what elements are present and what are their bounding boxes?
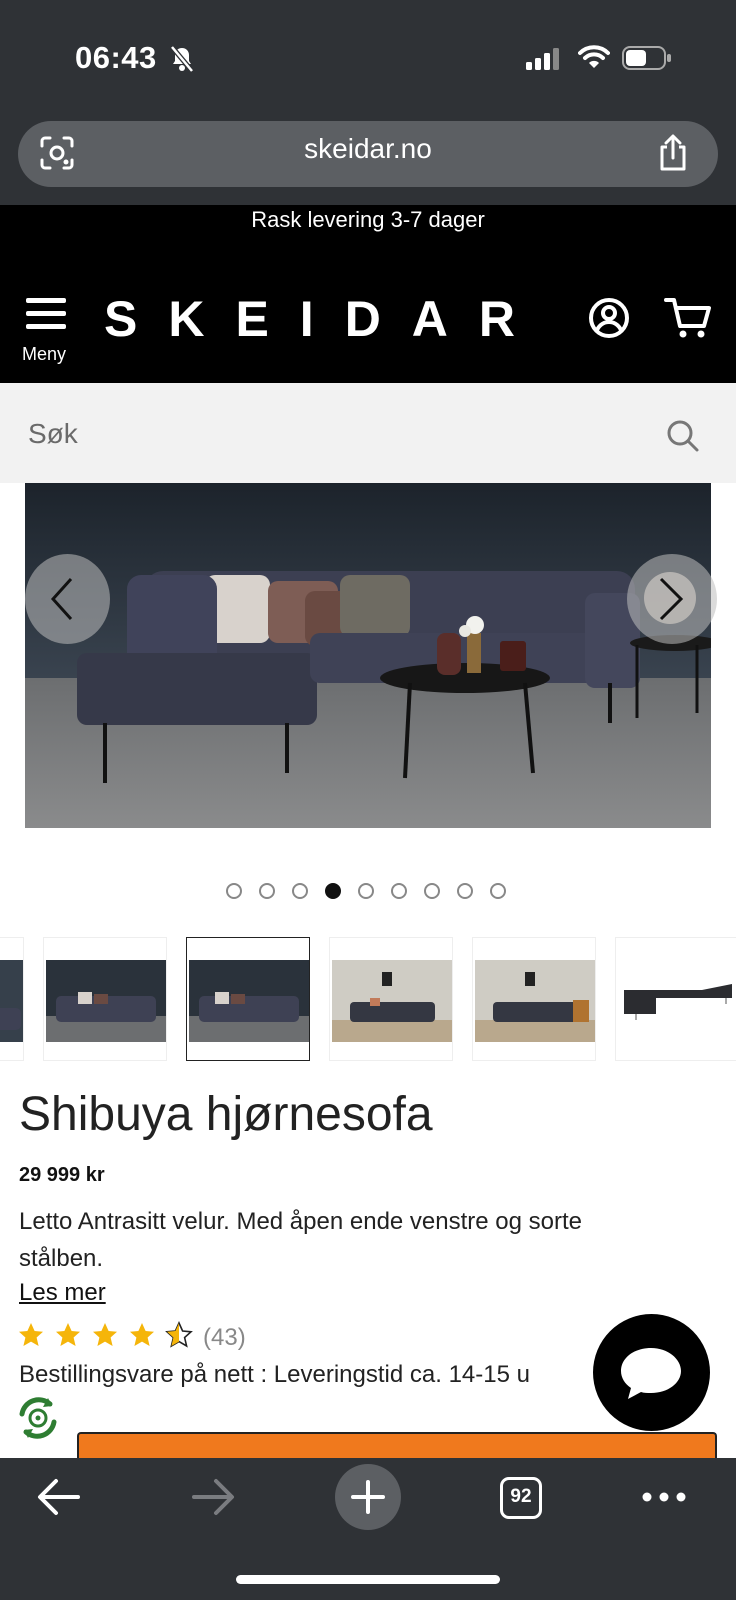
url-text: skeidar.no [304, 133, 432, 164]
star-icon [93, 1323, 117, 1346]
product-price: 29 999 kr [19, 1164, 105, 1186]
new-tab-button[interactable] [335, 1464, 401, 1530]
search-input[interactable] [28, 409, 628, 459]
back-arrow-icon[interactable] [36, 1477, 82, 1522]
delivery-info: Bestillingsvare på nett : Leveringstid c… [19, 1361, 530, 1388]
recycle-icon[interactable] [12, 1392, 64, 1449]
previous-image-button[interactable] [25, 554, 110, 644]
thumbnail[interactable] [329, 937, 453, 1061]
more-options-icon[interactable] [641, 1490, 687, 1509]
account-icon[interactable] [588, 297, 630, 344]
star-icon [130, 1323, 154, 1346]
wifi-icon [578, 44, 610, 75]
status-time: 06:43 [75, 40, 157, 75]
mute-bell-icon [170, 45, 194, 77]
pagination-dot[interactable] [391, 883, 407, 899]
plus-icon [351, 1480, 385, 1514]
star-icon [19, 1323, 43, 1346]
cart-icon[interactable] [664, 296, 712, 345]
share-icon[interactable] [655, 134, 691, 177]
pagination-dot[interactable] [457, 883, 473, 899]
menu-label: Meny [22, 344, 67, 364]
thumbnail-selected[interactable] [186, 937, 310, 1061]
sofa-photo [25, 483, 711, 828]
pagination-dot[interactable] [259, 883, 275, 899]
search-icon[interactable] [665, 418, 701, 459]
rating-stars[interactable] [18, 1320, 198, 1355]
hamburger-line [26, 324, 66, 329]
chat-bubble-icon [621, 1348, 681, 1399]
next-image-button[interactable] [627, 554, 717, 644]
chevron-right-icon [659, 577, 684, 621]
pagination-dot[interactable] [226, 883, 242, 899]
thumbnail-strip [0, 937, 736, 1063]
pagination-dot[interactable] [490, 883, 506, 899]
thumbnail[interactable] [43, 937, 167, 1061]
promo-banner-text: Rask levering 3-7 dager [251, 207, 485, 232]
battery-icon [622, 46, 672, 75]
rating-count[interactable]: (43) [203, 1324, 246, 1352]
half-star-icon [166, 1322, 192, 1347]
star-icon [56, 1323, 80, 1346]
product-main-image[interactable] [25, 483, 711, 828]
hamburger-line [26, 311, 66, 316]
thumbnail[interactable] [472, 937, 596, 1061]
chevron-left-icon [50, 577, 73, 621]
pagination-dot[interactable] [292, 883, 308, 899]
home-indicator [236, 1575, 500, 1584]
read-more-link[interactable]: Les mer [19, 1279, 106, 1307]
pagination-dot-active[interactable] [325, 883, 341, 899]
product-description: Letto Antrasitt velur. Med åpen ende ven… [19, 1208, 583, 1272]
site-logo[interactable]: SKEIDAR [104, 290, 546, 348]
chat-button[interactable] [593, 1314, 710, 1431]
hamburger-icon [26, 298, 66, 303]
pagination-dot[interactable] [424, 883, 440, 899]
product-title: Shibuya hjørnesofa [19, 1088, 433, 1141]
forward-arrow-icon[interactable] [190, 1477, 236, 1522]
pagination-dot[interactable] [358, 883, 374, 899]
cell-signal-icon [526, 48, 562, 75]
tab-count: 92 [510, 1486, 532, 1507]
thumbnail[interactable] [615, 937, 736, 1061]
thumbnail[interactable] [0, 937, 24, 1061]
